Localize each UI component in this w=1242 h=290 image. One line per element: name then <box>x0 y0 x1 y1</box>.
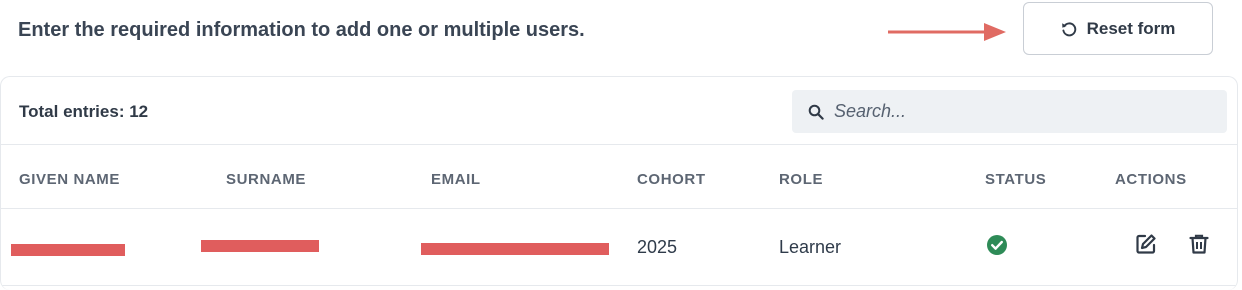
table-header: GIVEN NAME SURNAME EMAIL COHORT ROLE STA… <box>1 144 1237 209</box>
col-actions: ACTIONS <box>1115 171 1187 188</box>
redacted-given-name <box>11 244 125 256</box>
col-email[interactable]: EMAIL <box>431 171 481 188</box>
table-toolbar: Total entries: 12 <box>1 77 1237 145</box>
col-surname[interactable]: SURNAME <box>226 171 306 188</box>
users-table-card: Total entries: 12 GIVEN NAME SURNAME EMA… <box>0 76 1238 290</box>
reset-form-label: Reset form <box>1086 18 1176 38</box>
col-status[interactable]: STATUS <box>985 171 1046 188</box>
col-given-name[interactable]: GIVEN NAME <box>19 171 120 188</box>
edit-icon[interactable] <box>1135 233 1157 255</box>
redacted-email <box>421 243 609 255</box>
col-role[interactable]: ROLE <box>779 171 823 188</box>
redacted-surname <box>201 240 319 252</box>
page-intro: Enter the required information to add on… <box>18 19 585 41</box>
role-cell: Learner <box>779 237 842 257</box>
table-row: 2025 Learner <box>1 209 1237 286</box>
check-circle-icon <box>987 235 1007 255</box>
search-box[interactable] <box>792 90 1227 133</box>
total-entries: Total entries: 12 <box>19 102 149 121</box>
search-input[interactable] <box>832 100 1216 123</box>
cohort-cell: 2025 <box>637 237 678 257</box>
search-icon <box>808 104 824 120</box>
delete-icon[interactable] <box>1188 233 1210 255</box>
col-cohort[interactable]: COHORT <box>637 171 706 188</box>
reset-form-button[interactable]: Reset form <box>1023 2 1213 55</box>
annotation-arrow-icon <box>888 23 1006 41</box>
reset-icon <box>1061 21 1076 36</box>
